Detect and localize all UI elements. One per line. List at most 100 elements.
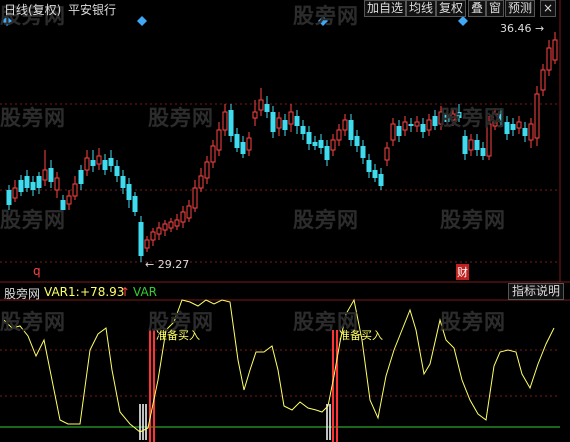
candle-body xyxy=(120,176,126,188)
candle-body xyxy=(360,146,366,158)
candle-body xyxy=(312,142,318,146)
candle-body xyxy=(18,180,24,192)
candle-body xyxy=(366,160,372,172)
candle-body xyxy=(228,110,234,136)
candle-body xyxy=(390,123,396,141)
candle-body xyxy=(402,121,408,131)
add-favorite-button[interactable]: 加自选 xyxy=(364,0,407,17)
candle-body xyxy=(462,136,468,154)
close-icon[interactable]: × xyxy=(540,0,556,17)
var1-value: +78.93 xyxy=(80,285,125,299)
candle-body xyxy=(102,160,108,170)
candle-body xyxy=(36,176,42,188)
diamond-icon xyxy=(458,16,468,26)
candle-body xyxy=(144,239,150,249)
q-marker: q xyxy=(33,264,41,278)
indicator-explain-button[interactable]: 指标说明 xyxy=(508,283,565,300)
candle-body xyxy=(246,137,252,151)
watermark: 股旁网 xyxy=(148,106,214,130)
diamond-icon xyxy=(137,16,147,26)
moving-average-button[interactable]: 均线 xyxy=(406,0,437,17)
candle-body xyxy=(126,184,132,200)
candle-body xyxy=(480,148,486,156)
candle-body xyxy=(6,190,12,205)
candle-body xyxy=(534,93,540,139)
candle-body xyxy=(408,124,414,126)
overlay-button[interactable]: 叠 xyxy=(468,0,487,17)
candle-body xyxy=(426,119,432,131)
candle-body xyxy=(78,170,84,184)
candle-body xyxy=(96,155,102,165)
candle-body xyxy=(288,111,294,125)
candle-body xyxy=(342,119,348,131)
candle-body xyxy=(150,231,156,241)
candle-body xyxy=(516,121,522,129)
candle-body xyxy=(48,168,54,182)
candle-body xyxy=(354,136,360,146)
low-price-label: ← 29.27 xyxy=(145,258,190,271)
candle-body xyxy=(210,145,216,163)
adjust-button[interactable]: 复权 xyxy=(436,0,467,17)
candle-body xyxy=(192,187,198,209)
candle-body xyxy=(258,99,264,111)
candle-body xyxy=(138,222,144,256)
candle-body xyxy=(348,120,354,140)
candle-body xyxy=(384,147,390,161)
indicator-name: 股旁网 xyxy=(4,287,41,301)
candle-body xyxy=(474,140,480,150)
var2-label: VAR xyxy=(133,285,157,299)
candle-body xyxy=(294,116,300,126)
candle-body xyxy=(396,126,402,136)
candle-body xyxy=(264,104,270,112)
candle-body xyxy=(12,187,18,199)
candle-body xyxy=(114,166,120,176)
candle-body xyxy=(414,121,420,127)
watermark: 股旁网 xyxy=(440,208,506,232)
candle-body xyxy=(372,170,378,178)
high-price-label: 36.46 → xyxy=(500,22,545,35)
candle-body xyxy=(108,158,114,166)
candle-body xyxy=(528,123,534,141)
candle-body xyxy=(522,128,528,136)
watermark: 股旁网 xyxy=(440,106,506,130)
up-arrow-icon: ↑ xyxy=(120,285,131,299)
watermark: 股旁网 xyxy=(0,208,66,232)
signal-text: 准备买入 xyxy=(156,329,200,342)
candle-body xyxy=(270,112,276,132)
watermark: 股旁网 xyxy=(0,106,66,130)
candle-body xyxy=(546,47,552,71)
candle-body xyxy=(318,140,324,148)
candle-body xyxy=(468,139,474,151)
candle-body xyxy=(432,116,438,126)
candle-body xyxy=(186,205,192,219)
forecast-button[interactable]: 预测 xyxy=(505,0,536,17)
finance-marker[interactable]: 财 xyxy=(456,264,469,280)
candle-body xyxy=(24,176,30,188)
window-button[interactable]: 窗 xyxy=(486,0,505,17)
candle-body xyxy=(330,139,336,151)
watermark: 股旁网 xyxy=(293,4,359,28)
candle-body xyxy=(180,211,186,223)
candle-body xyxy=(198,175,204,189)
candle-body xyxy=(156,227,162,235)
candle-body xyxy=(84,157,90,171)
candle-body xyxy=(132,196,138,212)
candle-body xyxy=(216,129,222,151)
candle-body xyxy=(42,169,48,181)
candle-body xyxy=(72,183,78,197)
candle-body xyxy=(240,142,246,154)
candle-body xyxy=(66,195,72,205)
candle-body xyxy=(378,174,384,186)
candle-body xyxy=(222,111,228,131)
candle-body xyxy=(306,132,312,144)
candle-body xyxy=(204,161,210,179)
candle-body xyxy=(168,221,174,229)
candle-body xyxy=(282,120,288,130)
watermark: 股旁网 xyxy=(0,310,66,334)
period-label[interactable]: 日线(复权) xyxy=(4,1,61,18)
candle-body xyxy=(162,223,168,231)
candle-body xyxy=(54,177,60,191)
candle-body xyxy=(510,124,516,130)
watermark: 股旁网 xyxy=(293,208,359,232)
candle-body xyxy=(234,134,240,148)
